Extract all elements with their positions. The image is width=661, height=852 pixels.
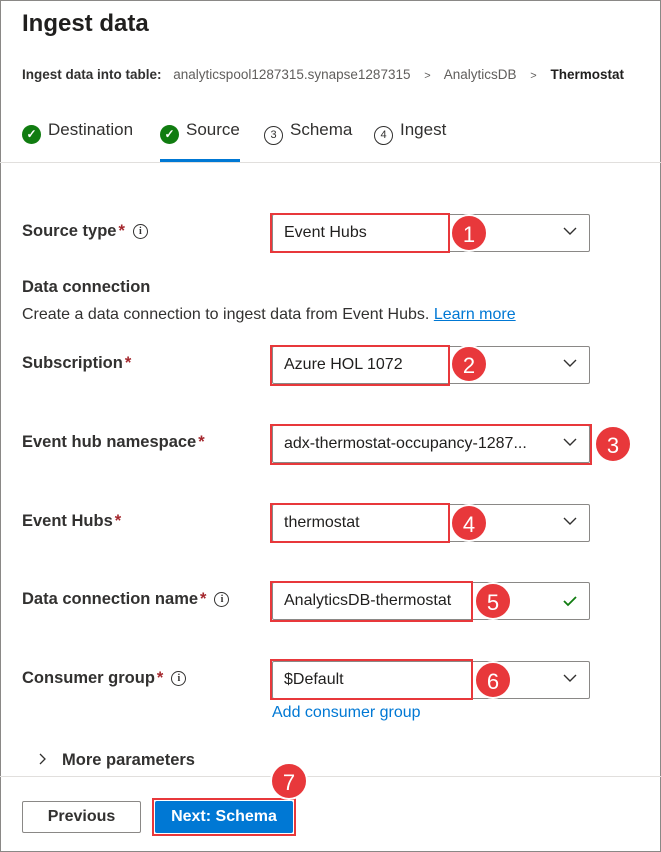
learn-more-link[interactable]: Learn more [434, 306, 516, 323]
breadcrumb-item-pool[interactable]: analyticspool1287315.synapse1287315 [173, 67, 410, 82]
info-icon[interactable]: i [214, 592, 230, 607]
next-schema-button[interactable]: Next: Schema [155, 801, 293, 833]
required-marker: * [156, 669, 164, 687]
required-marker: * [198, 433, 205, 451]
chevron-down-icon [563, 517, 577, 525]
tab-divider [0, 162, 661, 163]
subscription-dropdown[interactable]: Azure HOL 1072 [272, 346, 590, 384]
more-parameters-toggle[interactable]: More parameters [38, 751, 195, 770]
connection-name-input[interactable]: AnalyticsDB-thermostat [272, 582, 590, 620]
source-type-dropdown[interactable]: Event Hubs [272, 214, 590, 252]
info-icon[interactable]: i [132, 224, 148, 239]
step-number-icon: 4 [374, 126, 393, 145]
step-number-icon: 3 [264, 126, 283, 145]
required-marker: * [114, 512, 122, 530]
more-parameters-label: More parameters [62, 751, 195, 769]
data-connection-title: Data connection [22, 278, 151, 296]
previous-button[interactable]: Previous [22, 801, 141, 833]
callout-badge: 6 [474, 661, 512, 699]
callout-badge: 4 [450, 504, 488, 542]
info-icon[interactable]: i [171, 671, 187, 686]
consumer-group-dropdown[interactable]: $Default [272, 661, 590, 699]
subscription-value: Azure HOL 1072 [284, 356, 403, 373]
connection-name-label: Data connection name * i [22, 590, 230, 609]
valid-check-icon [563, 596, 577, 607]
breadcrumb-label: Ingest data into table: [22, 67, 162, 82]
tab-label: Destination [48, 120, 134, 139]
tab-schema[interactable]: 3 Schema [264, 120, 352, 162]
namespace-label: Event hub namespace * [22, 433, 205, 451]
source-type-value: Event Hubs [284, 224, 367, 241]
tab-ingest[interactable]: 4 Ingest [374, 120, 446, 162]
footer-divider [0, 776, 661, 777]
chevron-down-icon [563, 674, 577, 682]
callout-badge: 2 [450, 345, 488, 383]
event-hubs-label: Event Hubs * [22, 512, 122, 530]
source-type-label: Source type * i [22, 222, 148, 241]
required-marker: * [118, 222, 125, 240]
tab-destination[interactable]: ✓ Destination [22, 120, 133, 162]
breadcrumb-item-table: Thermostat [550, 67, 624, 82]
tab-label: Source [186, 120, 240, 139]
callout-badge: 5 [474, 582, 512, 620]
callout-badge: 3 [594, 425, 632, 463]
chevron-down-icon [563, 227, 577, 235]
namespace-dropdown[interactable]: adx-thermostat-occupancy-1287... [272, 425, 590, 463]
tab-label: Ingest [400, 120, 447, 139]
namespace-value: adx-thermostat-occupancy-1287... [284, 435, 527, 452]
required-marker: * [200, 590, 207, 608]
page-title: Ingest data [22, 10, 149, 37]
callout-badge: 7 [270, 762, 308, 800]
breadcrumb: Ingest data into table: analyticspool128… [22, 67, 624, 82]
connection-name-value: AnalyticsDB-thermostat [284, 592, 452, 609]
event-hubs-value: thermostat [284, 514, 360, 531]
consumer-group-value: $Default [284, 671, 344, 688]
add-consumer-group-link[interactable]: Add consumer group [272, 704, 421, 722]
data-connection-description: Create a data connection to ingest data … [22, 306, 516, 323]
breadcrumb-item-database[interactable]: AnalyticsDB [444, 67, 517, 82]
event-hubs-dropdown[interactable]: thermostat [272, 504, 590, 542]
required-marker: * [124, 354, 132, 372]
check-circle-icon: ✓ [160, 125, 179, 144]
breadcrumb-separator: > [530, 70, 537, 82]
chevron-right-icon [39, 753, 46, 765]
breadcrumb-separator: > [424, 70, 431, 82]
check-circle-icon: ✓ [22, 125, 41, 144]
chevron-down-icon [563, 438, 577, 446]
chevron-down-icon [563, 359, 577, 367]
consumer-group-label: Consumer group * i [22, 669, 187, 688]
callout-badge: 1 [450, 214, 488, 252]
tab-source[interactable]: ✓ Source [160, 120, 240, 162]
tab-label: Schema [290, 120, 353, 139]
subscription-label: Subscription * [22, 354, 132, 372]
